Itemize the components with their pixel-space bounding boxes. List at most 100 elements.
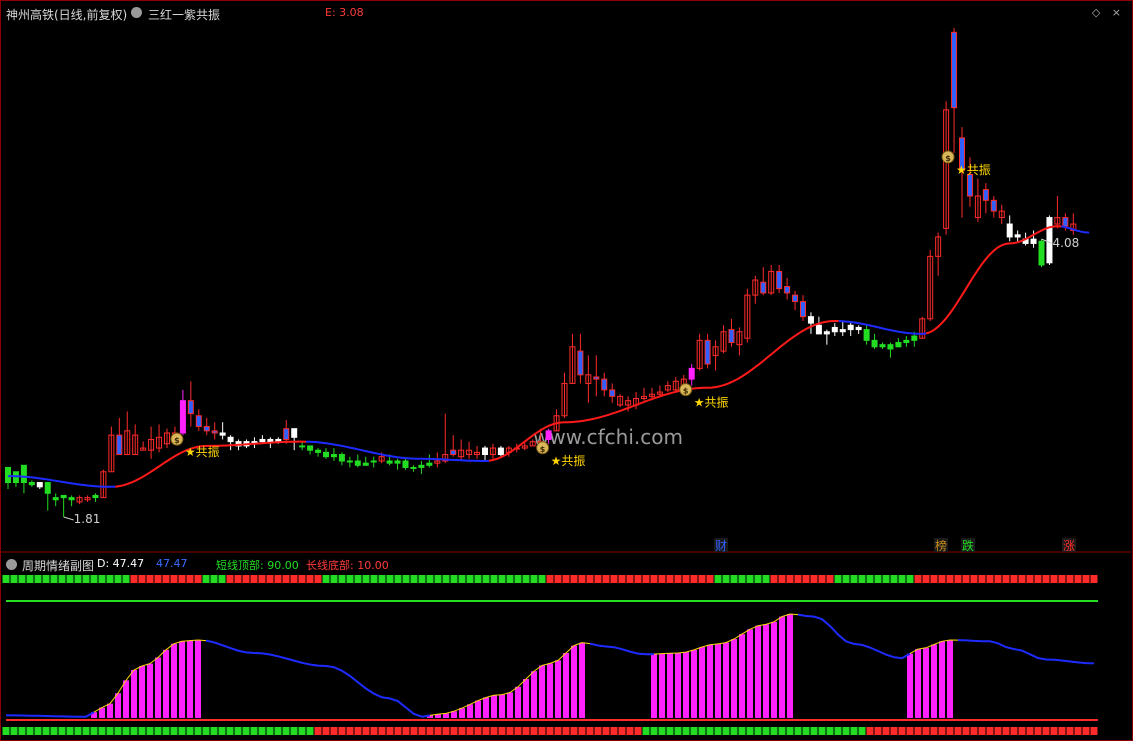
candle-body (911, 335, 918, 341)
top-strip-square (162, 575, 170, 583)
top-strip-square (42, 575, 50, 583)
top-strip-square (234, 575, 242, 583)
top-strip-square (858, 575, 866, 583)
top-strip-square (122, 575, 130, 583)
bottom-strip-square (482, 727, 490, 735)
top-strip-square (626, 575, 634, 583)
bottom-strip-square (554, 727, 562, 735)
candle-body (688, 367, 695, 380)
bottom-strip-square (626, 727, 634, 735)
top-strip-square (690, 575, 698, 583)
candle-body (855, 326, 862, 331)
candle-body (704, 339, 711, 365)
candle-body (609, 389, 616, 397)
top-strip-square (370, 575, 378, 583)
bottom-strip-square (114, 727, 122, 735)
top-strip-square (594, 575, 602, 583)
candle-body (211, 430, 218, 434)
money-bag-symbol: $ (174, 436, 180, 445)
top-strip-square (962, 575, 970, 583)
candle-body (990, 199, 997, 212)
bottom-strip-square (82, 727, 90, 735)
candle-body (577, 350, 584, 376)
top-strip-square (834, 575, 842, 583)
event-label: 财 (715, 539, 727, 553)
candle-body (982, 189, 989, 201)
bottom-strip-square (346, 727, 354, 735)
bottom-strip-square (1034, 727, 1042, 735)
bottom-strip-square (802, 727, 810, 735)
bottom-strip-square (386, 727, 394, 735)
emotion-bar (515, 686, 521, 718)
bottom-strip-square (98, 727, 106, 735)
signal-label: ★共振 (185, 445, 220, 459)
bottom-strip-square (906, 727, 914, 735)
bottom-strip-square (970, 727, 978, 735)
top-strip-square (738, 575, 746, 583)
top-strip-square (874, 575, 882, 583)
emotion-bar (923, 647, 929, 718)
candle-body (179, 400, 186, 434)
top-strip-square (306, 575, 314, 583)
emotion-bar (155, 657, 161, 718)
emotion-bar (707, 644, 713, 718)
top-strip-square (994, 575, 1002, 583)
emotion-bar (483, 697, 489, 718)
candle-body (863, 329, 870, 341)
event-label: 涨 (1063, 538, 1075, 553)
top-strip-square (1058, 575, 1066, 583)
bottom-strip-square (610, 727, 618, 735)
top-strip-square (818, 575, 826, 583)
top-strip-square (698, 575, 706, 583)
emotion-line (957, 639, 1095, 665)
bottom-strip-square (778, 727, 786, 735)
top-strip-square (1042, 575, 1050, 583)
bottom-strip-square (938, 727, 946, 735)
top-strip-square (58, 575, 66, 583)
bottom-strip-square (890, 727, 898, 735)
bottom-strip-square (338, 727, 346, 735)
top-strip-square (10, 575, 18, 583)
bottom-strip-square (314, 727, 322, 735)
bottom-strip-square (466, 727, 474, 735)
top-strip-square (586, 575, 594, 583)
top-strip-square (650, 575, 658, 583)
bottom-strip-square (330, 727, 338, 735)
candle-body (386, 460, 393, 464)
top-strip-square (578, 575, 586, 583)
emotion-bar (747, 629, 753, 718)
bottom-strip-square (354, 727, 362, 735)
bottom-strip-square (474, 727, 482, 735)
bottom-strip-square (1042, 727, 1050, 735)
bottom-strip-square (706, 727, 714, 735)
candle-body (450, 449, 457, 456)
emotion-bar (467, 704, 473, 718)
top-strip-square (618, 575, 626, 583)
top-strip-square (946, 575, 954, 583)
bottom-strip-square (882, 727, 890, 735)
top-strip-square (786, 575, 794, 583)
emotion-bar (763, 624, 769, 718)
bottom-strip-square (210, 727, 218, 735)
top-strip-square (146, 575, 154, 583)
bottom-strip-square (202, 727, 210, 735)
candle-body (354, 460, 361, 466)
top-strip-square (434, 575, 442, 583)
bottom-strip-square (298, 727, 306, 735)
top-strip-square (426, 575, 434, 583)
top-strip-square (794, 575, 802, 583)
candle-body (323, 451, 329, 458)
candle-body (903, 339, 910, 344)
candle-body (497, 447, 504, 456)
bottom-strip-square (290, 727, 298, 735)
top-strip-square (554, 575, 562, 583)
candle-body (291, 428, 298, 438)
emotion-line (589, 642, 655, 656)
top-strip-square (1034, 575, 1042, 583)
top-strip-square (978, 575, 986, 583)
bottom-strip-square (34, 727, 42, 735)
bottom-strip-square (1074, 727, 1082, 735)
top-strip-square (338, 575, 346, 583)
candle-body (299, 445, 306, 448)
top-strip-square (130, 575, 138, 583)
